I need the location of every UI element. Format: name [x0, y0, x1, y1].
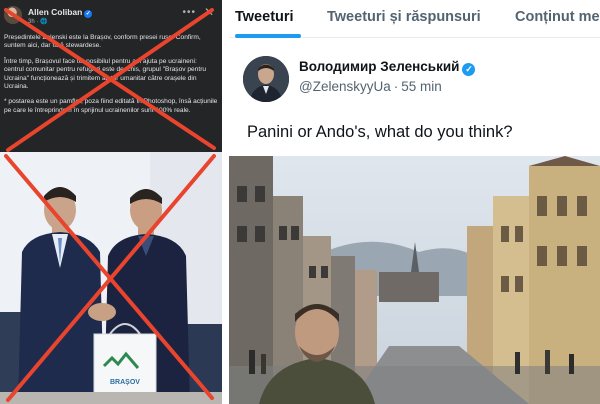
post-paragraph: Președintele Zelenski este la Brașov, co… [4, 34, 201, 50]
street-selfie-graphic [229, 156, 600, 404]
post-paragraph: Între timp, Brașovul face tot posibilul … [4, 57, 207, 91]
handshake-photo-graphic: BRAȘOV [0, 152, 222, 404]
tab-tweets[interactable]: Tweeturi [235, 9, 294, 25]
post-paragraph: * postarea este un pamflet, poza fiind e… [4, 98, 218, 114]
bag-label: BRAȘOV [110, 379, 140, 386]
tweet-author-avatar[interactable] [243, 56, 289, 102]
active-tab-indicator [235, 34, 301, 38]
tweet-photo[interactable] [229, 156, 600, 404]
post-header: Allen Coliban ✓ 3h · 🌐 ••• ✕ [4, 5, 218, 28]
avatar-graphic [243, 56, 289, 102]
meta-separator: · [393, 79, 399, 94]
tweet-text: Panini or Ando's, what do you think? [247, 123, 513, 141]
tweet-author-name-row: Володимир Зеленський ✓ [299, 59, 476, 76]
facebook-post: Allen Coliban ✓ 3h · 🌐 ••• ✕ Președintele… [0, 0, 222, 152]
post-meta: 3h · 🌐 [28, 19, 48, 25]
tab-tweets-and-replies[interactable]: Tweeturi și răspunsuri [327, 9, 481, 25]
author-avatar[interactable] [4, 6, 22, 24]
tweet-author-handle[interactable]: @ZelenskyyUa [299, 79, 391, 94]
close-icon[interactable]: ✕ [204, 5, 214, 19]
tweet-author-name[interactable]: Володимир Зеленський [299, 59, 459, 74]
more-icon[interactable]: ••• [182, 7, 196, 18]
post-body: Președintele Zelenski este la Brașov, co… [4, 34, 218, 122]
tweet-time[interactable]: 55 min [401, 79, 442, 94]
verified-icon: ✓ [84, 10, 93, 18]
verified-icon: ✓ [462, 63, 476, 76]
author-name[interactable]: Allen Coliban [28, 7, 82, 17]
handshake-photo: BRAȘOV [0, 152, 222, 404]
author-name-row: Allen Coliban ✓ [28, 7, 93, 18]
tweet-author-handle-row: @ZelenskyyUa · 55 min [299, 79, 442, 94]
profile-tabs: Tweeturi Tweeturi și răspunsuri Conținut… [229, 0, 600, 38]
tab-media[interactable]: Conținut media [515, 9, 600, 25]
twitter-profile: Tweeturi Tweeturi și răspunsuri Conținut… [229, 0, 600, 404]
